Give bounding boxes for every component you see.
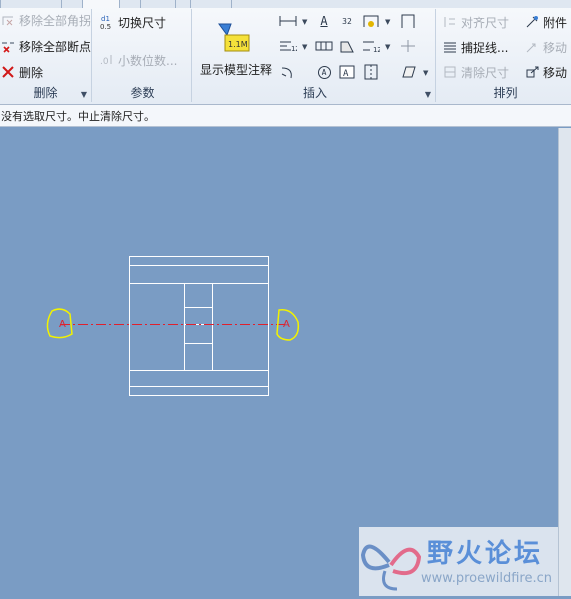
move-button-2[interactable]: 移动 (524, 62, 567, 82)
group-insert-launcher-icon[interactable]: ▼ (425, 90, 431, 99)
delete-x-icon (0, 64, 16, 80)
remove-all-breaks-label: 移除全部断点 (19, 39, 92, 54)
snap-lines-icon (442, 39, 458, 55)
forum-watermark: 野火论坛 www.proewildfire.cn (359, 527, 558, 596)
gtol-dropdown-icon[interactable]: ▼ (385, 43, 390, 51)
datum-right-label: A (283, 319, 290, 330)
watermark-url: www.proewildfire.cn (421, 571, 552, 586)
group-arrange-title: 排列 (493, 86, 518, 100)
align-dims-icon (442, 14, 458, 30)
show-model-annotations-icon: 1.1M (217, 21, 253, 53)
group-delete-title: 删除 (33, 86, 58, 100)
ribbon-tab-strip (0, 0, 571, 8)
group-insert-title: 插入 (302, 86, 327, 100)
message-area: 没有选取尺寸。中止清除尺寸。 (0, 105, 571, 127)
tab-fragment[interactable] (190, 0, 232, 8)
ribbon: 移除全部角拐 移除全部断点 删除 删除 ▼ d1 0.5 切换尺寸 .0 小数位… (0, 0, 571, 105)
show-model-annotations-label: 显示模型注释 (199, 63, 272, 77)
symmetry-icon[interactable] (362, 63, 380, 81)
align-dims-label: 对齐尺寸 (461, 15, 510, 30)
svg-text:.0: .0 (100, 57, 109, 67)
move-button-1[interactable]: 移动 (524, 37, 567, 57)
svg-text:0.5: 0.5 (100, 23, 111, 30)
clean-dims-label: 清除尺寸 (461, 65, 510, 80)
note-text-icon[interactable]: A (315, 12, 333, 30)
balloon-dropdown-icon[interactable]: ▼ (423, 69, 428, 77)
decimal-places-icon: .0 (99, 52, 115, 68)
move-2-label: 移动 (543, 65, 568, 80)
toggle-dimension-button[interactable]: d1 0.5 切换尺寸 (99, 12, 166, 32)
part-outline[interactable] (129, 256, 269, 396)
drawing-canvas[interactable]: A A (0, 128, 558, 596)
table-dim-icon[interactable] (315, 37, 333, 55)
dimension-icon[interactable] (279, 12, 297, 30)
arc-note-icon[interactable] (279, 63, 297, 81)
baseline-dim-dropdown-icon[interactable]: ▼ (302, 43, 307, 51)
note-text-glyph: A (320, 14, 328, 28)
move-1-icon (524, 39, 540, 55)
move-2-icon (524, 64, 540, 80)
svg-text:d1: d1 (101, 15, 110, 23)
clean-dims-button[interactable]: 清除尺寸 (442, 62, 509, 82)
remove-angle-icon (0, 12, 16, 28)
toggle-dimension-icon: d1 0.5 (99, 14, 115, 30)
baseline-dim-icon[interactable]: 12 (279, 37, 297, 55)
show-model-annotations-button[interactable]: 1.1M 显示模型注释 (197, 15, 273, 77)
surface-finish-icon[interactable]: 32 (338, 12, 356, 30)
surface-finish-glyph: 32 (342, 16, 352, 26)
axis-note-icon[interactable]: A (315, 63, 333, 81)
remove-all-breaks-button[interactable]: 移除全部断点 (0, 36, 91, 56)
butterfly-logo-icon (360, 544, 422, 591)
align-dims-button[interactable]: 对齐尺寸 (442, 12, 509, 32)
attach-icon (524, 14, 540, 30)
clean-dims-icon (442, 64, 458, 80)
remove-all-angles-button[interactable]: 移除全部角拐 (0, 10, 91, 30)
group-params-title: 参数 (130, 86, 155, 100)
delete-button[interactable]: 删除 (0, 62, 43, 82)
reference-dim-icon[interactable] (399, 12, 417, 30)
remove-break-icon (0, 38, 16, 54)
attach-button[interactable]: 附件 (524, 12, 567, 32)
decimal-places-label: 小数位数... (118, 53, 178, 68)
group-insert: 1.1M 显示模型注释 ▼ A 32 ▼ 12 ▼ 12 ▼ A A ▼ 插入 … (195, 9, 436, 102)
balloon-icon[interactable] (399, 63, 417, 81)
snap-lines-label: 捕捉线... (461, 40, 509, 55)
attach-label: 附件 (543, 15, 568, 30)
toggle-dimension-label: 切换尺寸 (118, 15, 167, 30)
drawing-svg: A A (46, 256, 300, 396)
ordinate-dropdown-icon[interactable]: ▼ (385, 18, 390, 26)
group-delete-launcher-icon[interactable]: ▼ (81, 90, 87, 99)
datum-target-icon[interactable] (338, 37, 356, 55)
tab-fragment[interactable] (0, 0, 62, 8)
axis-note-glyph: A (317, 65, 331, 79)
group-arrange: 对齐尺寸 附件 捕捉线... 移动 清除尺寸 移动 排列 (440, 9, 571, 102)
tab-fragment[interactable] (140, 0, 176, 8)
status-message: 没有选取尺寸。中止清除尺寸。 (1, 109, 155, 123)
ordinate-icon[interactable] (362, 12, 380, 30)
gtol-icon[interactable]: 12 (362, 37, 380, 55)
group-delete: 移除全部角拐 移除全部断点 删除 删除 ▼ (0, 9, 92, 102)
datum-left-label: A (59, 319, 66, 330)
delete-label: 删除 (19, 65, 44, 80)
snap-lines-button[interactable]: 捕捉线... (442, 37, 508, 57)
watermark-title: 野火论坛 (427, 539, 544, 569)
remove-all-angles-label: 移除全部角拐 (19, 13, 92, 28)
datum-feature-icon[interactable]: A (338, 63, 356, 81)
move-1-label: 移动 (543, 40, 568, 55)
decimal-places-button[interactable]: .0 小数位数... (99, 50, 177, 70)
vertical-scrollbar[interactable] (558, 128, 571, 596)
svg-text:A: A (343, 69, 349, 79)
break-dim-icon[interactable] (399, 37, 417, 55)
svg-text:12: 12 (291, 45, 297, 53)
tab-fragment-active[interactable] (82, 0, 120, 8)
group-params: d1 0.5 切换尺寸 .0 小数位数... 参数 (94, 9, 192, 102)
svg-text:12: 12 (373, 46, 380, 53)
dimension-dropdown-icon[interactable]: ▼ (302, 18, 307, 26)
svg-text:1.1M: 1.1M (228, 40, 248, 49)
